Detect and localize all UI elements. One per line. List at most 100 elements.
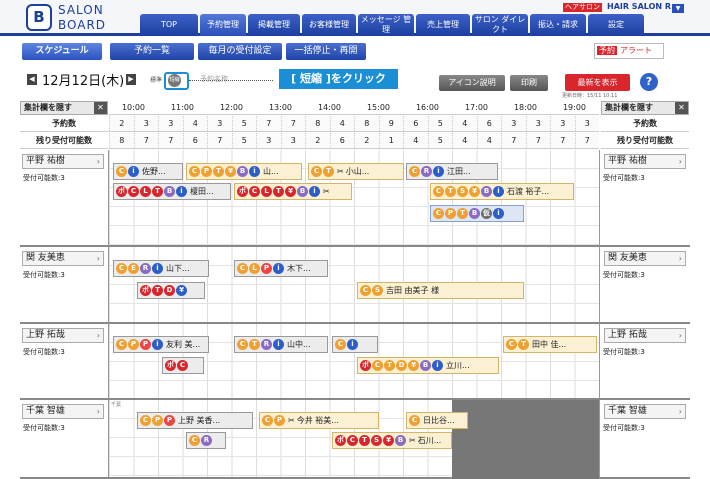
- nav-reservations[interactable]: 予約管理: [200, 14, 246, 36]
- staff-name-button[interactable]: 上野 拓哉 ›: [604, 328, 686, 343]
- nav-messages[interactable]: メッセージ 管理: [358, 14, 414, 36]
- help-icon[interactable]: ?: [640, 73, 658, 91]
- time-label: 19:00: [562, 103, 587, 112]
- next-day-icon[interactable]: ▶: [126, 74, 136, 85]
- info-icon: i: [176, 186, 187, 197]
- nav-settings[interactable]: 設定: [588, 14, 644, 36]
- reservation-count-cell: 7: [256, 116, 281, 131]
- c-icon: C: [433, 208, 444, 219]
- reservation-card[interactable]: ポ C L T ¥ Bi ✂: [234, 183, 352, 200]
- reservation-card[interactable]: CR: [186, 432, 226, 449]
- nav-billing[interactable]: 振込・請求: [530, 14, 586, 36]
- reservation-card[interactable]: C T 田中 佳...: [503, 336, 597, 353]
- chevron-right-icon: ›: [96, 407, 100, 416]
- nav-listing[interactable]: 掲載管理: [248, 14, 300, 36]
- subnav-list[interactable]: 予約一覧: [110, 43, 194, 60]
- reservation-name: 田中 佳...: [532, 340, 567, 349]
- nav-customers[interactable]: お客様管理: [302, 14, 356, 36]
- refresh-button[interactable]: 最新を表示: [565, 74, 630, 91]
- time-label: 12:00: [219, 103, 244, 112]
- brand: SALON BOARD: [58, 3, 106, 33]
- reservation-card[interactable]: C P P 上野 美香...: [137, 412, 253, 429]
- b-icon: B: [481, 186, 492, 197]
- nav-sales[interactable]: 売上管理: [416, 14, 470, 36]
- reservation-card[interactable]: C Ri 江田...: [406, 163, 498, 180]
- reservation-card[interactable]: Ci: [332, 336, 378, 353]
- c-icon: C: [409, 415, 420, 426]
- icon-help-button[interactable]: アイコン説明: [439, 75, 505, 91]
- reservation-card[interactable]: ポ C T D ¥ Bi 立川...: [357, 357, 499, 374]
- reservation-card[interactable]: C T Ri 山中...: [234, 336, 328, 353]
- reservation-card[interactable]: ポ C L T Bi 榎田...: [113, 183, 231, 200]
- c-icon: C: [237, 263, 248, 274]
- time-label: 15:00: [366, 103, 391, 112]
- reservation-card[interactable]: ポ T D ¥: [137, 282, 205, 299]
- reservation-card[interactable]: C E Ri 山下...: [113, 260, 209, 277]
- scissors-icon: ✂: [288, 416, 295, 425]
- s-icon: S: [371, 435, 382, 446]
- reservation-card[interactable]: ポC: [162, 357, 204, 374]
- staff-name-button[interactable]: 関 友美恵 ›: [604, 251, 686, 266]
- reservation-name: 上野 美香...: [178, 416, 221, 425]
- remaining-count-row: 87767533262145447777: [109, 133, 599, 149]
- c-icon: C: [177, 360, 188, 371]
- reservation-card[interactable]: C T S ¥ Bi 石渡 裕子...: [430, 183, 574, 200]
- subnav-monthly[interactable]: 毎月の受付設定: [198, 43, 282, 60]
- salon-board-logo[interactable]: B: [26, 4, 52, 31]
- hide-summary-right[interactable]: 集計欄を隠す ✕: [601, 101, 689, 115]
- reservation-card[interactable]: C L Pi 木下...: [234, 260, 328, 277]
- r-icon: R: [421, 166, 432, 177]
- reservation-card[interactable]: C P Pi 友利 美...: [113, 336, 209, 353]
- staff-name-button[interactable]: 千葉 智雄 ›: [22, 404, 104, 419]
- close-icon[interactable]: ✕: [675, 102, 688, 114]
- remaining-label-right: 残り受付可能数: [601, 133, 689, 149]
- t-icon: T: [152, 285, 163, 296]
- staff-name-button[interactable]: 上野 拓哉 ›: [22, 328, 104, 343]
- reservation-card[interactable]: ポ C T S ¥ B ✂ 石川...: [332, 432, 452, 449]
- chevron-right-icon: ›: [678, 254, 682, 263]
- c-icon: C: [116, 166, 127, 177]
- print-button[interactable]: 印刷: [510, 75, 548, 91]
- reservation-count-cell: 9: [378, 116, 404, 131]
- reservation-card[interactable]: C P ✂ 今井 裕美...: [259, 412, 379, 429]
- e-icon: E: [128, 263, 139, 274]
- reservation-card[interactable]: C P T ¥ Bi 山...: [186, 163, 302, 180]
- prev-day-icon[interactable]: ◀: [27, 74, 37, 85]
- compact-toggle[interactable]: 短縮: [168, 74, 181, 87]
- remaining-count-cell: 3: [280, 133, 306, 148]
- name-display-label: 予約名称: [200, 75, 228, 83]
- provisional-icon: 仮: [481, 208, 492, 219]
- hide-summary-left[interactable]: 集計欄を隠す ✕: [20, 101, 108, 115]
- info-icon: i: [493, 186, 504, 197]
- reservation-card[interactable]: C T ✂ 小山...: [308, 163, 404, 180]
- alert-button[interactable]: 予約 アラート: [594, 43, 664, 59]
- staff-name-button[interactable]: 千葉 智雄 ›: [604, 404, 686, 419]
- staff-name-button[interactable]: 平野 祐樹 ›: [604, 154, 686, 169]
- remaining-count-cell: 7: [207, 133, 232, 148]
- staff-name-button[interactable]: 平野 祐樹 ›: [22, 154, 104, 169]
- current-date: 12月12日(木): [42, 74, 125, 89]
- hide-summary-text: 集計欄を隠す: [605, 103, 653, 112]
- reservation-card[interactable]: Ci 佐野...: [113, 163, 183, 180]
- nav-salon-direct[interactable]: サロン ダイレクト: [472, 14, 528, 36]
- time-label: 14:00: [317, 103, 342, 112]
- reservation-card[interactable]: C S 吉田 由美子 様: [357, 282, 524, 299]
- staff-capacity: 受付可能数:3: [603, 174, 645, 182]
- staff-capacity: 受付可能数:3: [23, 271, 65, 279]
- pin-icon: P: [164, 415, 175, 426]
- subnav-schedule[interactable]: スケジュール: [22, 43, 102, 60]
- chevron-down-icon[interactable]: ▼: [672, 4, 684, 13]
- reservation-count-cell: 3: [525, 116, 551, 131]
- t-icon: T: [457, 208, 468, 219]
- subnav-bulk[interactable]: 一括停止・再開: [286, 43, 366, 60]
- time-label: 13:00: [268, 103, 293, 112]
- close-icon[interactable]: ✕: [94, 102, 107, 114]
- reservation-card[interactable]: C 日比谷...: [406, 412, 468, 429]
- info-icon: i: [432, 360, 443, 371]
- standard-label[interactable]: 標準: [150, 75, 162, 84]
- t-icon: T: [359, 435, 370, 446]
- t-icon: T: [249, 339, 260, 350]
- reservation-card[interactable]: CPTB仮i: [430, 205, 524, 222]
- nav-top[interactable]: TOP: [140, 14, 198, 36]
- staff-name-button[interactable]: 関 友美恵 ›: [22, 251, 104, 266]
